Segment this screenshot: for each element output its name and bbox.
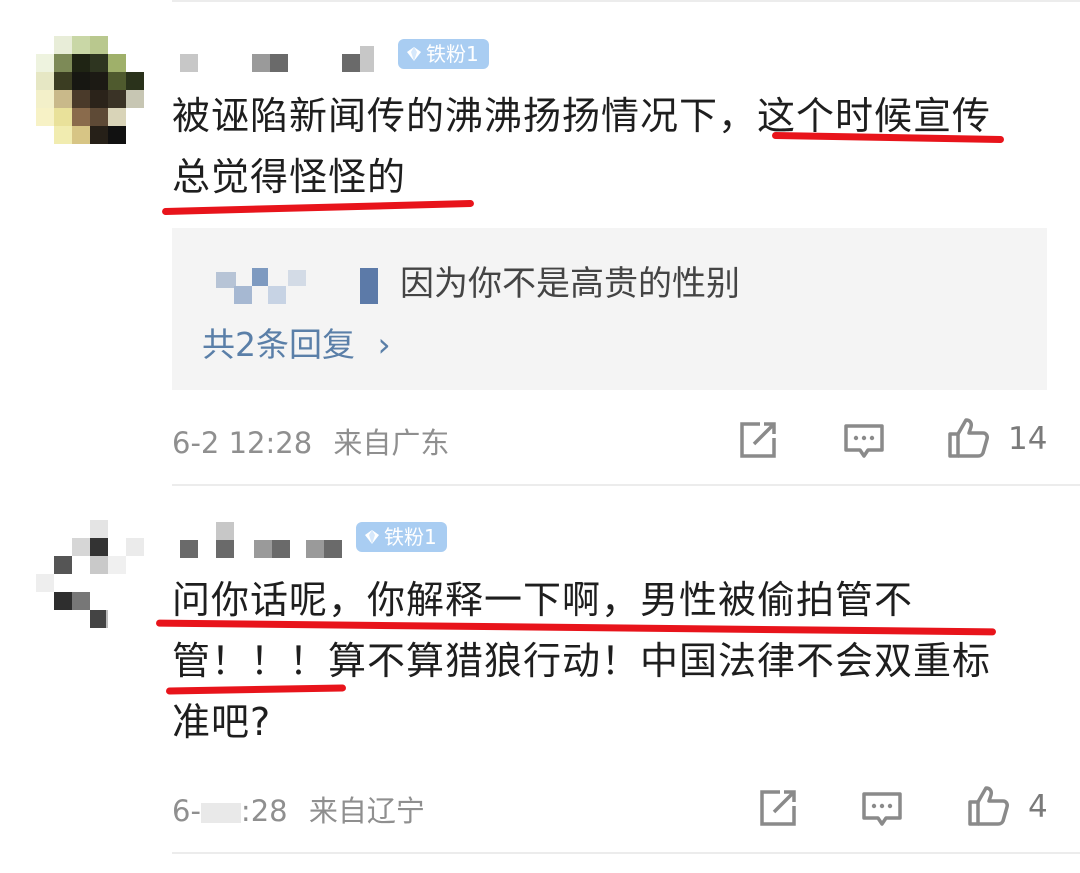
like-count: 4: [1028, 789, 1048, 825]
diamond-icon: [365, 530, 379, 544]
like-count: 14: [1008, 421, 1048, 457]
location: 来自广东: [333, 426, 450, 460]
view-replies-link[interactable]: 共2条回复 ›: [202, 318, 391, 366]
comment-icon[interactable]: [860, 788, 904, 832]
reply-text: 因为你不是高贵的性别: [400, 264, 740, 304]
comment-icon[interactable]: [842, 420, 886, 464]
reply-username-blurred[interactable]: [216, 268, 380, 308]
thumbs-up-icon[interactable]: [946, 416, 990, 460]
badge-label: 铁粉1: [384, 525, 437, 549]
comment-meta: 6-2 12:28 来自广东: [172, 420, 449, 462]
location: 来自辽宁: [308, 794, 425, 828]
share-icon[interactable]: [756, 786, 800, 830]
comment-text: 被诬陷新闻传的沸沸扬扬情况下，这个时候宣传总觉得怪怪的: [172, 94, 992, 199]
username-blurred[interactable]: [172, 522, 352, 562]
avatar[interactable]: [36, 36, 144, 144]
timestamp: 6-2 12:28: [172, 426, 313, 460]
chevron-right-icon: ›: [377, 325, 391, 364]
comment-text: 问你话呢，你解释一下啊，男性被偷拍管不管！！！算不算猎狼行动！中国法律不会双重标…: [172, 578, 992, 744]
badge-label: 铁粉1: [426, 42, 479, 66]
diamond-icon: [407, 47, 421, 61]
username-blurred[interactable]: [172, 42, 392, 82]
fan-badge: 铁粉1: [398, 39, 489, 69]
timestamp-blurred: [200, 803, 241, 823]
timestamp-tail: :28: [240, 794, 288, 828]
timestamp: 6-: [172, 794, 201, 828]
bottom-divider: [172, 852, 1080, 854]
comment-divider: [172, 484, 1080, 486]
thumbs-up-icon[interactable]: [966, 784, 1010, 828]
avatar[interactable]: [36, 520, 144, 628]
comment-meta: 6- :28 来自辽宁: [172, 788, 425, 830]
share-icon[interactable]: [736, 418, 780, 462]
view-replies-label: 共2条回复: [202, 325, 355, 364]
fan-badge: 铁粉1: [356, 522, 447, 552]
top-divider: [172, 0, 1080, 2]
